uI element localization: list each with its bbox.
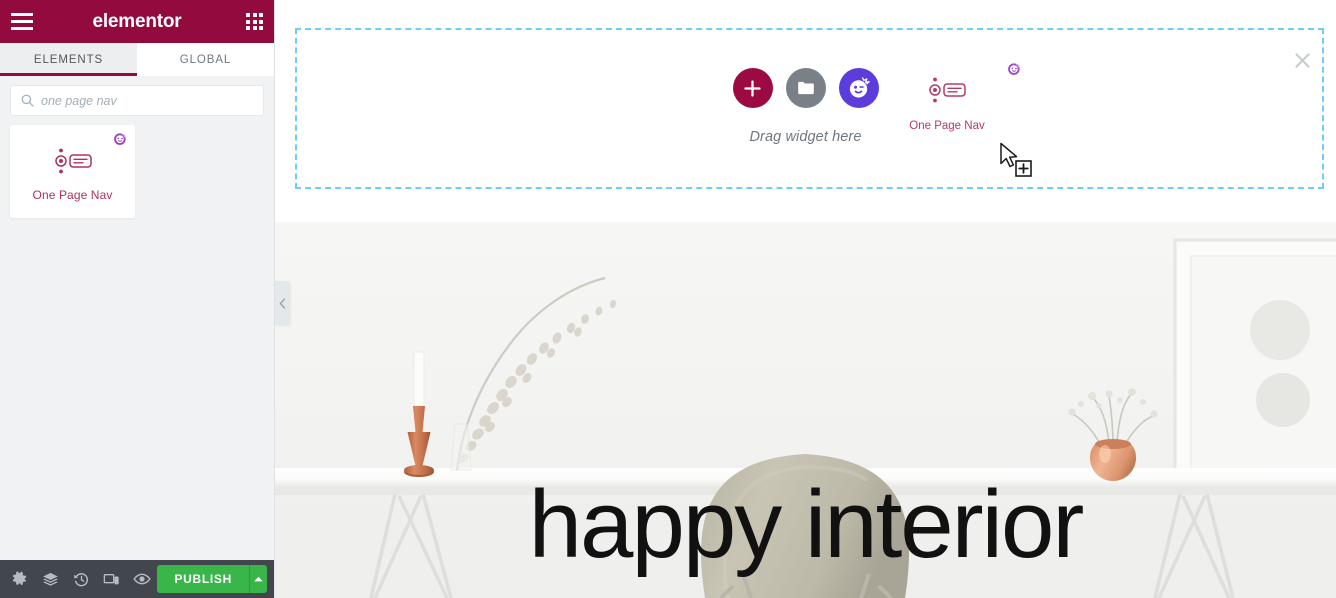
close-x-icon[interactable] (1290, 48, 1314, 72)
add-new-element-button[interactable] (732, 68, 773, 108)
editor-canvas: Drag widget here One Page Nav happy inte… (275, 0, 1336, 598)
one-page-nav-icon (52, 141, 94, 181)
tab-elements-label: ELEMENTS (33, 53, 104, 66)
add-template-button[interactable] (785, 68, 826, 108)
tab-global-label: GLOBAL (179, 53, 232, 66)
publish-button[interactable]: PUBLISH (157, 565, 250, 593)
panel-footer: PUBLISH (0, 560, 274, 598)
search-icon (21, 94, 34, 107)
elementor-logo-title: elementor (92, 10, 182, 32)
panel-tabs: ELEMENTS GLOBAL (0, 43, 274, 76)
drop-area-actions: Drag widget here (275, 68, 1336, 145)
responsive-mode-icon[interactable] (96, 560, 126, 598)
tab-global[interactable]: GLOBAL (137, 43, 274, 76)
elementor-ai-button[interactable] (838, 68, 879, 108)
settings-gear-icon[interactable] (5, 560, 35, 598)
elementor-editor: elementor ELEMENTS GLOBAL one page nav O… (0, 0, 1336, 598)
widget-list: One Page Nav (0, 116, 274, 560)
elementor-ai-badge (114, 133, 126, 145)
navigator-layers-icon[interactable] (35, 560, 65, 598)
folder-icon (797, 81, 814, 95)
publish-options-caret-up-icon[interactable] (249, 565, 267, 593)
widget-label-one-page-nav: One Page Nav (32, 188, 113, 202)
hero-image-section: happy interior (275, 222, 1336, 598)
search-input[interactable] (41, 93, 253, 108)
grid-apps-icon[interactable] (246, 13, 263, 30)
drag-widget-hint: Drag widget here (749, 129, 862, 145)
hamburger-icon[interactable] (11, 13, 33, 30)
editor-panel: elementor ELEMENTS GLOBAL one page nav O… (0, 0, 275, 598)
publish-group: PUBLISH (157, 565, 267, 593)
ai-face-icon (849, 77, 870, 98)
panel-collapse-handle[interactable] (275, 281, 290, 325)
plus-icon (744, 79, 761, 97)
action-button-row (732, 68, 879, 108)
tab-elements[interactable]: ELEMENTS (0, 43, 137, 76)
chevron-left-icon (279, 297, 286, 309)
search-box[interactable] (10, 85, 264, 116)
panel-header: elementor (0, 0, 274, 43)
history-clock-icon[interactable] (66, 560, 96, 598)
search-container (0, 76, 274, 116)
widget-card-one-page-nav[interactable]: One Page Nav (10, 125, 135, 218)
hero-title: happy interior (528, 471, 1085, 578)
preview-eye-icon[interactable] (127, 560, 157, 598)
